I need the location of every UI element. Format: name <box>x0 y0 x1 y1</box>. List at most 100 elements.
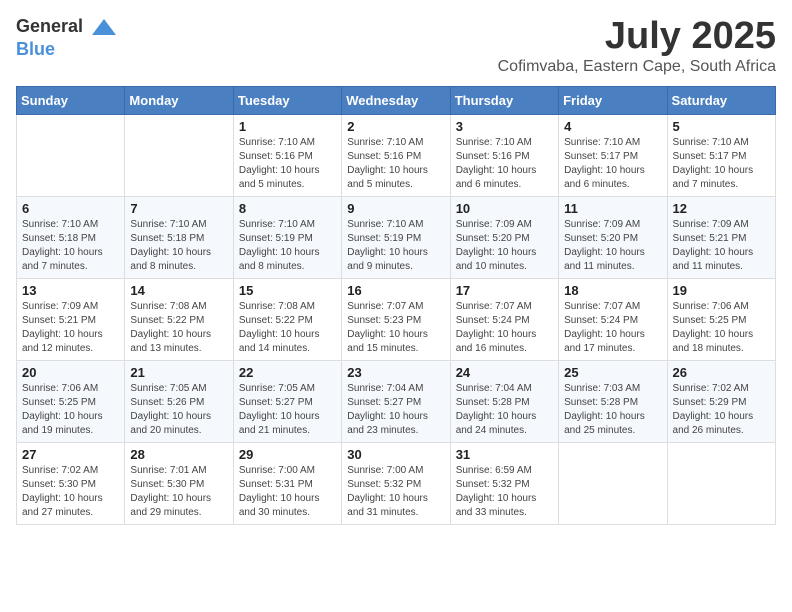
logo-general: General <box>16 16 83 36</box>
calendar-cell: 8 Sunrise: 7:10 AM Sunset: 5:19 PM Daylig… <box>233 196 341 278</box>
calendar-cell <box>125 114 233 196</box>
day-number: 28 <box>130 447 227 462</box>
weekday-header-wednesday: Wednesday <box>342 86 450 114</box>
day-number: 17 <box>456 283 553 298</box>
day-info: Sunrise: 7:07 AM Sunset: 5:24 PM Dayligh… <box>564 300 661 356</box>
logo-icon <box>90 17 118 39</box>
day-info: Sunrise: 7:02 AM Sunset: 5:30 PM Dayligh… <box>22 464 119 520</box>
day-info: Sunrise: 7:10 AM Sunset: 5:19 PM Dayligh… <box>239 218 336 274</box>
logo: General Blue <box>16 16 120 60</box>
title-block: July 2025 Cofimvaba, Eastern Cape, South… <box>498 16 776 76</box>
calendar-cell: 29 Sunrise: 7:00 AM Sunset: 5:31 PM Dayli… <box>233 442 341 524</box>
day-info: Sunrise: 7:00 AM Sunset: 5:31 PM Dayligh… <box>239 464 336 520</box>
calendar-cell: 9 Sunrise: 7:10 AM Sunset: 5:19 PM Daylig… <box>342 196 450 278</box>
day-info: Sunrise: 7:02 AM Sunset: 5:29 PM Dayligh… <box>673 382 770 438</box>
day-number: 30 <box>347 447 444 462</box>
calendar-cell: 7Sunrise: 7:10 AM Sunset: 5:18 PM Daylig… <box>125 196 233 278</box>
day-info: Sunrise: 7:10 AM Sunset: 5:19 PM Dayligh… <box>347 218 444 274</box>
day-info: Sunrise: 7:05 AM Sunset: 5:27 PM Dayligh… <box>239 382 336 438</box>
calendar-cell: 27 Sunrise: 7:02 AM Sunset: 5:30 PM Dayli… <box>17 442 125 524</box>
calendar-cell: 1 Sunrise: 7:10 AM Sunset: 5:16 PM Daylig… <box>233 114 341 196</box>
calendar-cell: 25 Sunrise: 7:03 AM Sunset: 5:28 PM Dayli… <box>559 360 667 442</box>
day-info: Sunrise: 7:05 AM Sunset: 5:26 PM Dayligh… <box>130 382 227 438</box>
logo-blue: Blue <box>16 39 55 59</box>
day-number: 4 <box>564 119 661 134</box>
day-number: 1 <box>239 119 336 134</box>
day-number: 22 <box>239 365 336 380</box>
logo-text: General Blue <box>16 16 120 60</box>
calendar-cell: 30 Sunrise: 7:00 AM Sunset: 5:32 PM Dayli… <box>342 442 450 524</box>
day-number: 12 <box>673 201 770 216</box>
weekday-header-monday: Monday <box>125 86 233 114</box>
day-number: 24 <box>456 365 553 380</box>
calendar-cell <box>17 114 125 196</box>
day-number: 16 <box>347 283 444 298</box>
calendar-cell: 28 Sunrise: 7:01 AM Sunset: 5:30 PM Dayli… <box>125 442 233 524</box>
day-info: Sunrise: 7:09 AM Sunset: 5:21 PM Dayligh… <box>673 218 770 274</box>
calendar-cell: 17Sunrise: 7:07 AM Sunset: 5:24 PM Dayli… <box>450 278 558 360</box>
day-info: Sunrise: 7:09 AM Sunset: 5:20 PM Dayligh… <box>456 218 553 274</box>
day-number: 31 <box>456 447 553 462</box>
day-number: 3 <box>456 119 553 134</box>
calendar-cell <box>559 442 667 524</box>
day-number: 7 <box>130 201 227 216</box>
calendar-cell: 12 Sunrise: 7:09 AM Sunset: 5:21 PM Dayli… <box>667 196 775 278</box>
day-info: Sunrise: 7:04 AM Sunset: 5:28 PM Dayligh… <box>456 382 553 438</box>
calendar-cell: 14 Sunrise: 7:08 AM Sunset: 5:22 PM Dayli… <box>125 278 233 360</box>
day-info: Sunrise: 7:01 AM Sunset: 5:30 PM Dayligh… <box>130 464 227 520</box>
day-number: 13 <box>22 283 119 298</box>
day-info: Sunrise: 7:08 AM Sunset: 5:22 PM Dayligh… <box>239 300 336 356</box>
calendar-cell: 13 Sunrise: 7:09 AM Sunset: 5:21 PM Dayli… <box>17 278 125 360</box>
calendar-cell <box>667 442 775 524</box>
calendar-cell: 24 Sunrise: 7:04 AM Sunset: 5:28 PM Dayli… <box>450 360 558 442</box>
calendar-cell: 21 Sunrise: 7:05 AM Sunset: 5:26 PM Dayli… <box>125 360 233 442</box>
calendar-week-3: 13 Sunrise: 7:09 AM Sunset: 5:21 PM Dayli… <box>17 278 776 360</box>
day-info: Sunrise: 7:10 AM Sunset: 5:18 PM Dayligh… <box>22 218 119 274</box>
calendar-table: SundayMondayTuesdayWednesdayThursdayFrid… <box>16 86 776 525</box>
day-number: 25 <box>564 365 661 380</box>
day-info: Sunrise: 7:10 AM Sunset: 5:17 PM Dayligh… <box>673 136 770 192</box>
calendar-cell: 4 Sunrise: 7:10 AM Sunset: 5:17 PM Daylig… <box>559 114 667 196</box>
month-title: July 2025 <box>498 16 776 58</box>
day-number: 6 <box>22 201 119 216</box>
day-info: Sunrise: 7:06 AM Sunset: 5:25 PM Dayligh… <box>673 300 770 356</box>
day-number: 29 <box>239 447 336 462</box>
day-number: 27 <box>22 447 119 462</box>
day-number: 8 <box>239 201 336 216</box>
calendar-cell: 20Sunrise: 7:06 AM Sunset: 5:25 PM Dayli… <box>17 360 125 442</box>
calendar-cell: 16 Sunrise: 7:07 AM Sunset: 5:23 PM Dayli… <box>342 278 450 360</box>
day-info: Sunrise: 7:07 AM Sunset: 5:23 PM Dayligh… <box>347 300 444 356</box>
day-info: Sunrise: 7:00 AM Sunset: 5:32 PM Dayligh… <box>347 464 444 520</box>
day-number: 23 <box>347 365 444 380</box>
day-number: 20 <box>22 365 119 380</box>
day-number: 26 <box>673 365 770 380</box>
day-info: Sunrise: 6:59 AM Sunset: 5:32 PM Dayligh… <box>456 464 553 520</box>
day-info: Sunrise: 7:10 AM Sunset: 5:17 PM Dayligh… <box>564 136 661 192</box>
day-info: Sunrise: 7:03 AM Sunset: 5:28 PM Dayligh… <box>564 382 661 438</box>
day-info: Sunrise: 7:08 AM Sunset: 5:22 PM Dayligh… <box>130 300 227 356</box>
calendar-cell: 26 Sunrise: 7:02 AM Sunset: 5:29 PM Dayli… <box>667 360 775 442</box>
calendar-cell: 11 Sunrise: 7:09 AM Sunset: 5:20 PM Dayli… <box>559 196 667 278</box>
weekday-header-tuesday: Tuesday <box>233 86 341 114</box>
location-title: Cofimvaba, Eastern Cape, South Africa <box>498 58 776 76</box>
day-info: Sunrise: 7:09 AM Sunset: 5:21 PM Dayligh… <box>22 300 119 356</box>
day-info: Sunrise: 7:09 AM Sunset: 5:20 PM Dayligh… <box>564 218 661 274</box>
day-info: Sunrise: 7:10 AM Sunset: 5:16 PM Dayligh… <box>347 136 444 192</box>
day-number: 9 <box>347 201 444 216</box>
weekday-header-sunday: Sunday <box>17 86 125 114</box>
calendar-cell: 6 Sunrise: 7:10 AM Sunset: 5:18 PM Daylig… <box>17 196 125 278</box>
day-info: Sunrise: 7:04 AM Sunset: 5:27 PM Dayligh… <box>347 382 444 438</box>
calendar-cell: 23 Sunrise: 7:04 AM Sunset: 5:27 PM Dayli… <box>342 360 450 442</box>
day-number: 10 <box>456 201 553 216</box>
calendar-cell: 15Sunrise: 7:08 AM Sunset: 5:22 PM Dayli… <box>233 278 341 360</box>
calendar-cell: 18Sunrise: 7:07 AM Sunset: 5:24 PM Dayli… <box>559 278 667 360</box>
day-number: 14 <box>130 283 227 298</box>
day-number: 5 <box>673 119 770 134</box>
day-number: 21 <box>130 365 227 380</box>
calendar-cell: 3 Sunrise: 7:10 AM Sunset: 5:16 PM Daylig… <box>450 114 558 196</box>
weekday-header-row: SundayMondayTuesdayWednesdayThursdayFrid… <box>17 86 776 114</box>
day-info: Sunrise: 7:10 AM Sunset: 5:16 PM Dayligh… <box>239 136 336 192</box>
day-info: Sunrise: 7:10 AM Sunset: 5:16 PM Dayligh… <box>456 136 553 192</box>
page-header: General Blue July 2025 Cofimvaba, Easter… <box>16 16 776 76</box>
day-number: 11 <box>564 201 661 216</box>
